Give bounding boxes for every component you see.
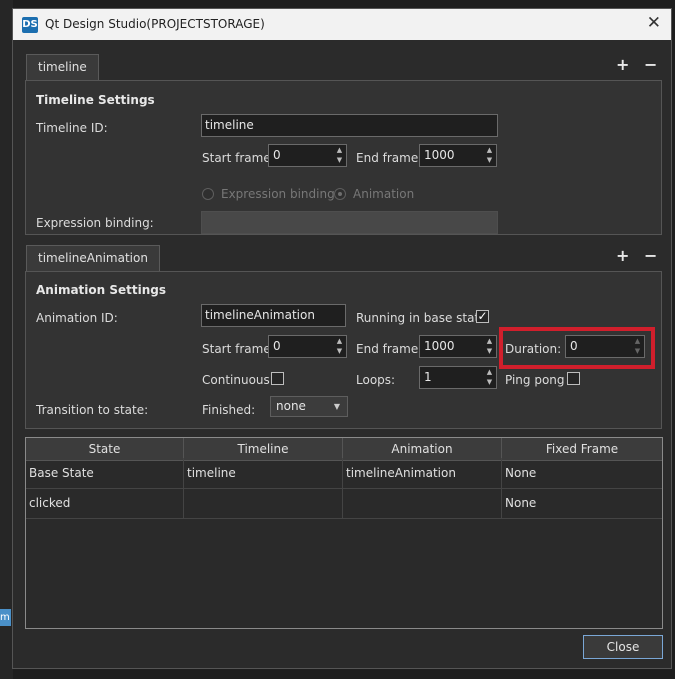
spin-up-icon[interactable]: ▲ bbox=[484, 368, 495, 377]
spin-down-icon[interactable]: ▼ bbox=[334, 347, 345, 356]
timeline-settings-title: Timeline Settings bbox=[36, 93, 155, 107]
chevron-down-icon: ▼ bbox=[333, 402, 340, 411]
timeline-id-field[interactable]: timeline bbox=[201, 114, 498, 137]
animation-radio[interactable] bbox=[334, 188, 346, 200]
expression-binding-radio[interactable] bbox=[202, 188, 214, 200]
column-header[interactable]: Animation bbox=[343, 438, 502, 460]
remove-animation-button[interactable]: − bbox=[644, 248, 657, 264]
state-table: State Timeline Animation Fixed Frame Bas… bbox=[25, 437, 663, 629]
table-cell[interactable]: None bbox=[502, 458, 662, 488]
add-timeline-button[interactable]: + bbox=[616, 57, 629, 73]
timeline-start-frame-spinbox[interactable]: 0 ▲ ▼ bbox=[268, 144, 347, 167]
ping-pong-checkbox[interactable] bbox=[567, 372, 580, 385]
table-cell[interactable]: timeline bbox=[184, 458, 343, 488]
spin-down-icon[interactable]: ▼ bbox=[484, 347, 495, 356]
table-cell[interactable]: timelineAnimation bbox=[343, 458, 502, 488]
add-animation-button[interactable]: + bbox=[616, 248, 629, 264]
close-icon[interactable]: ✕ bbox=[647, 13, 661, 33]
finished-state-value: none bbox=[276, 399, 306, 413]
expression-binding-label: Expression binding: bbox=[36, 216, 154, 230]
window-title: Qt Design Studio(PROJECTSTORAGE) bbox=[45, 17, 265, 31]
running-in-base-state-checkbox[interactable]: ✓ bbox=[476, 310, 489, 323]
duration-highlight-box bbox=[499, 327, 655, 369]
timeline-id-label: Timeline ID: bbox=[36, 121, 108, 135]
loops-label: Loops: bbox=[356, 373, 396, 387]
animation-end-frame-spinbox[interactable]: 1000 ▲ ▼ bbox=[419, 335, 497, 358]
continuous-label: Continuous bbox=[202, 373, 270, 387]
loops-value: 1 bbox=[424, 370, 432, 384]
animation-settings-title: Animation Settings bbox=[36, 283, 167, 297]
spin-up-icon[interactable]: ▲ bbox=[484, 146, 495, 155]
timeline-start-frame-label: Start frame: bbox=[202, 151, 275, 165]
animation-id-label: Animation ID: bbox=[36, 311, 118, 325]
tab-timelineanimation-label: timelineAnimation bbox=[38, 251, 148, 265]
spin-down-icon[interactable]: ▼ bbox=[484, 156, 495, 165]
finished-state-dropdown[interactable]: none ▼ bbox=[270, 396, 348, 417]
timeline-settings-panel: Timeline Settings Timeline ID: timeline … bbox=[25, 80, 662, 235]
timeline-end-frame-value: 1000 bbox=[424, 148, 455, 162]
spin-down-icon[interactable]: ▼ bbox=[334, 156, 345, 165]
tab-timelineanimation[interactable]: timelineAnimation bbox=[26, 245, 160, 272]
table-cell[interactable]: None bbox=[502, 488, 662, 518]
timeline-end-frame-label: End frame: bbox=[356, 151, 423, 165]
animation-radio-label: Animation bbox=[353, 187, 415, 201]
animation-id-field[interactable]: timelineAnimation bbox=[201, 304, 346, 327]
expression-binding-radio-label: Expression binding bbox=[221, 187, 335, 201]
table-row[interactable]: Base State timeline timelineAnimation No… bbox=[26, 458, 662, 489]
animation-start-frame-spinbox[interactable]: 0 ▲ ▼ bbox=[268, 335, 347, 358]
running-in-base-state-label: Running in base state bbox=[356, 311, 487, 325]
spin-up-icon[interactable]: ▲ bbox=[334, 146, 345, 155]
animation-start-frame-value: 0 bbox=[273, 339, 281, 353]
tab-timeline-label: timeline bbox=[38, 60, 87, 74]
spin-up-icon[interactable]: ▲ bbox=[334, 337, 345, 346]
table-cell[interactable] bbox=[184, 488, 343, 518]
spin-up-icon[interactable]: ▲ bbox=[484, 337, 495, 346]
table-cell: clicked bbox=[26, 488, 184, 518]
background-taskbar-chip: m bbox=[0, 609, 11, 626]
app-logo-icon: DS bbox=[22, 17, 38, 33]
expression-binding-field bbox=[201, 211, 498, 234]
animation-end-frame-value: 1000 bbox=[424, 339, 455, 353]
table-row[interactable]: clicked None bbox=[26, 488, 662, 519]
table-cell: Base State bbox=[26, 458, 184, 488]
column-header[interactable]: State bbox=[26, 438, 184, 460]
column-header[interactable]: Timeline bbox=[184, 438, 343, 460]
timeline-end-frame-spinbox[interactable]: 1000 ▲ ▼ bbox=[419, 144, 497, 167]
title-bar: DS Qt Design Studio(PROJECTSTORAGE) ✕ bbox=[13, 9, 671, 40]
table-cell[interactable] bbox=[343, 488, 502, 518]
timeline-start-frame-value: 0 bbox=[273, 148, 281, 162]
spin-down-icon[interactable]: ▼ bbox=[484, 378, 495, 387]
loops-spinbox[interactable]: 1 ▲ ▼ bbox=[419, 366, 497, 389]
finished-label: Finished: bbox=[202, 403, 256, 417]
remove-timeline-button[interactable]: − bbox=[644, 57, 657, 73]
animation-end-frame-label: End frame: bbox=[356, 342, 423, 356]
transition-to-state-label: Transition to state: bbox=[36, 403, 149, 417]
close-button[interactable]: Close bbox=[583, 635, 663, 659]
animation-start-frame-label: Start frame: bbox=[202, 342, 275, 356]
continuous-checkbox[interactable] bbox=[271, 372, 284, 385]
ping-pong-label: Ping pong bbox=[505, 373, 565, 387]
tab-timeline[interactable]: timeline bbox=[26, 54, 99, 81]
column-header[interactable]: Fixed Frame bbox=[502, 438, 662, 460]
